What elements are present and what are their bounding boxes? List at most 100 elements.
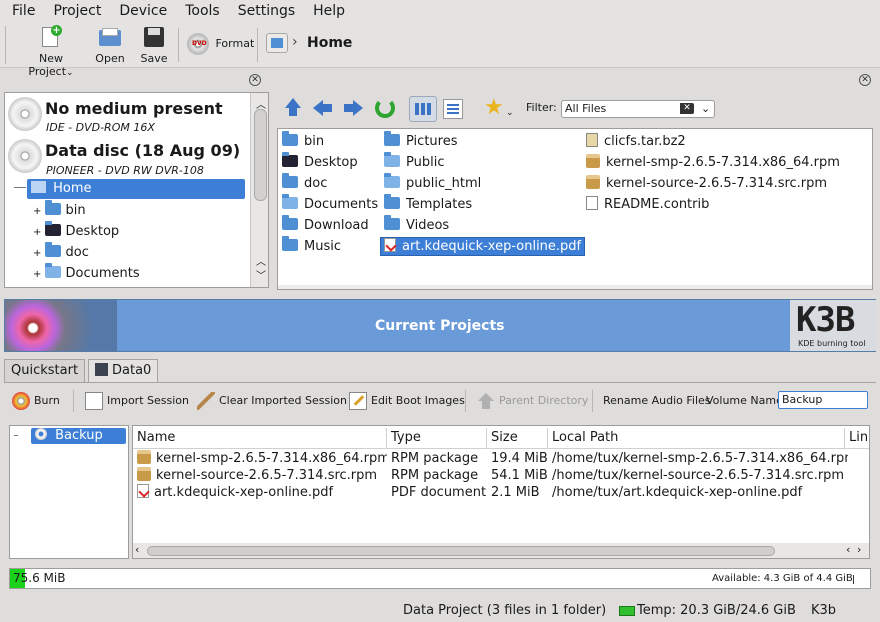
open-button[interactable]: Open xyxy=(92,25,128,65)
detail-view-icon[interactable] xyxy=(443,99,463,119)
collapse-icon[interactable] xyxy=(14,187,26,188)
tree-item-bin[interactable]: + bin xyxy=(33,200,86,221)
menu-help[interactable]: Help xyxy=(301,0,351,19)
file-item[interactable]: public_html xyxy=(384,173,481,194)
tree-scrollbar[interactable]: ︿ ︿ ﹀ xyxy=(250,93,268,287)
tab-data0[interactable]: Data0 xyxy=(88,359,159,382)
edit-boot-button[interactable]: Edit Boot Images xyxy=(349,392,465,410)
file-item-label: Public xyxy=(406,155,445,170)
scroll-left-icon[interactable]: ‹ xyxy=(135,543,139,556)
table-cell-path: /home/tux/art.kdequick-xep-online.pdf xyxy=(552,485,803,500)
main-toolbar: + New Project⌄ Open Save DVD Format › Ho… xyxy=(0,22,880,78)
file-item[interactable]: Public xyxy=(384,152,445,173)
file-item[interactable]: doc xyxy=(282,173,327,194)
column-header-link[interactable]: Lin xyxy=(845,428,869,448)
data-project-icon xyxy=(95,363,108,376)
up-arrow-icon[interactable] xyxy=(283,98,303,118)
tree-item-doc[interactable]: + doc xyxy=(33,242,89,263)
save-disk-icon xyxy=(142,25,166,49)
file-item[interactable]: kernel-source-2.6.5-7.314.src.rpm xyxy=(586,174,827,194)
file-item[interactable]: clicfs.tar.bz2 xyxy=(586,132,686,152)
close-icon[interactable]: ✕ xyxy=(859,74,871,86)
close-icon[interactable]: ✕ xyxy=(249,74,261,86)
back-arrow-icon[interactable] xyxy=(313,99,333,117)
file-list-hscroll[interactable] xyxy=(278,285,872,289)
column-header-type[interactable]: Type xyxy=(387,428,487,448)
column-header-local-path[interactable]: Local Path xyxy=(548,428,845,448)
scroll-thumb[interactable] xyxy=(254,109,267,201)
table-cell-name[interactable]: art.kdequick-xep-online.pdf xyxy=(133,484,387,501)
home-crumb-button[interactable] xyxy=(266,33,288,53)
scroll-right-icon[interactable]: › xyxy=(857,543,861,556)
project-dir-tree: Backup xyxy=(9,425,129,559)
save-button[interactable]: Save xyxy=(137,25,171,65)
menu-file[interactable]: File xyxy=(0,0,41,19)
toolbar-separator-2 xyxy=(257,28,258,62)
filter-combobox[interactable]: All Files ✕ ⌄ xyxy=(561,100,715,118)
clear-imported-button[interactable]: Clear Imported Session xyxy=(197,392,347,410)
scroll-down-icon[interactable]: ﹀ xyxy=(256,267,266,282)
menu-settings[interactable]: Settings xyxy=(226,0,301,19)
project-root-item[interactable]: Backup xyxy=(31,428,126,444)
file-item[interactable]: Music xyxy=(282,236,341,257)
edit-icon xyxy=(349,392,367,410)
table-hscrollbar[interactable]: ‹ ‹ › xyxy=(133,543,869,558)
device-1-title[interactable]: No medium present xyxy=(45,99,223,118)
parent-directory-button[interactable]: Parent Directory xyxy=(477,392,588,410)
chevron-down-icon[interactable]: ⌄ xyxy=(506,108,514,118)
column-header-size[interactable]: Size xyxy=(487,428,548,448)
file-item-label: Download xyxy=(304,218,369,233)
file-list-panel: bin Desktop doc Documents Download Music Pictu… xyxy=(277,128,873,290)
table-cell-name[interactable]: kernel-smp-2.6.5-7.314.x86_64.rpm xyxy=(133,450,387,467)
bookmark-star-icon[interactable]: ★ xyxy=(484,97,504,119)
forward-arrow-icon[interactable] xyxy=(344,99,364,117)
menu-project[interactable]: Project xyxy=(41,0,107,19)
file-item[interactable]: art.kdequick-xep-online.pdf xyxy=(380,237,586,256)
file-item[interactable]: Videos xyxy=(384,215,449,236)
chevron-right-icon: › xyxy=(292,34,298,50)
volume-name-input[interactable]: Backup xyxy=(778,391,868,409)
file-item[interactable]: kernel-smp-2.6.5-7.314.x86_64.rpm xyxy=(586,153,840,173)
tree-item-documents[interactable]: + Documents xyxy=(33,263,140,284)
format-button[interactable]: DVD Format xyxy=(187,32,254,56)
file-item[interactable]: Templates xyxy=(384,194,473,215)
expand-icon[interactable]: + xyxy=(33,206,41,217)
menu-device[interactable]: Device xyxy=(107,0,173,19)
documents-folder-icon xyxy=(45,263,62,278)
file-item[interactable]: Desktop xyxy=(282,152,358,173)
new-project-button[interactable]: + New Project⌄ xyxy=(16,25,86,78)
icon-view-button[interactable] xyxy=(409,96,437,122)
file-item[interactable]: README.contrib xyxy=(586,195,709,215)
file-item[interactable]: Pictures xyxy=(384,131,457,152)
device-1-subtitle: IDE - DVD-ROM 16X xyxy=(46,121,155,134)
expand-icon[interactable]: + xyxy=(33,269,41,280)
breadcrumb-current[interactable]: Home xyxy=(307,35,352,51)
column-header-name[interactable]: Name xyxy=(133,428,387,448)
menu-tools[interactable]: Tools xyxy=(173,0,226,19)
reload-icon[interactable] xyxy=(375,98,395,118)
file-item[interactable]: Documents xyxy=(282,194,378,215)
burn-button[interactable]: Burn xyxy=(12,392,60,410)
scroll-up-icon[interactable]: ︿ xyxy=(256,253,266,268)
rename-audio-button[interactable]: Rename Audio Files xyxy=(603,392,711,410)
k3b-logo: K3B KDE burning tool xyxy=(790,300,876,351)
new-document-icon: + xyxy=(39,25,63,49)
clear-filter-icon[interactable]: ✕ xyxy=(680,103,694,114)
rpm-package-icon xyxy=(586,175,600,189)
file-item-label: Templates xyxy=(406,197,473,212)
table-cell-name[interactable]: kernel-source-2.6.5-7.314.src.rpm xyxy=(133,467,387,484)
expand-icon[interactable]: + xyxy=(33,248,41,259)
used-size: 75.6 MiB xyxy=(13,571,66,585)
chevron-down-icon[interactable]: ⌄ xyxy=(701,101,710,117)
hscroll-thumb[interactable] xyxy=(147,546,775,556)
tree-doc-label: doc xyxy=(65,245,89,260)
tab-quickstart[interactable]: Quickstart xyxy=(4,359,86,382)
expand-icon[interactable]: + xyxy=(33,227,41,238)
tree-item-desktop[interactable]: + Desktop xyxy=(33,221,119,242)
device-2-title[interactable]: Data disc (18 Aug 09) xyxy=(45,141,240,160)
file-item[interactable]: bin xyxy=(282,131,324,152)
file-item[interactable]: Download xyxy=(282,215,369,236)
tree-item-home[interactable]: Home xyxy=(27,179,245,199)
scroll-left-icon[interactable]: ‹ xyxy=(846,543,850,556)
import-session-button[interactable]: Import Session xyxy=(85,392,189,410)
